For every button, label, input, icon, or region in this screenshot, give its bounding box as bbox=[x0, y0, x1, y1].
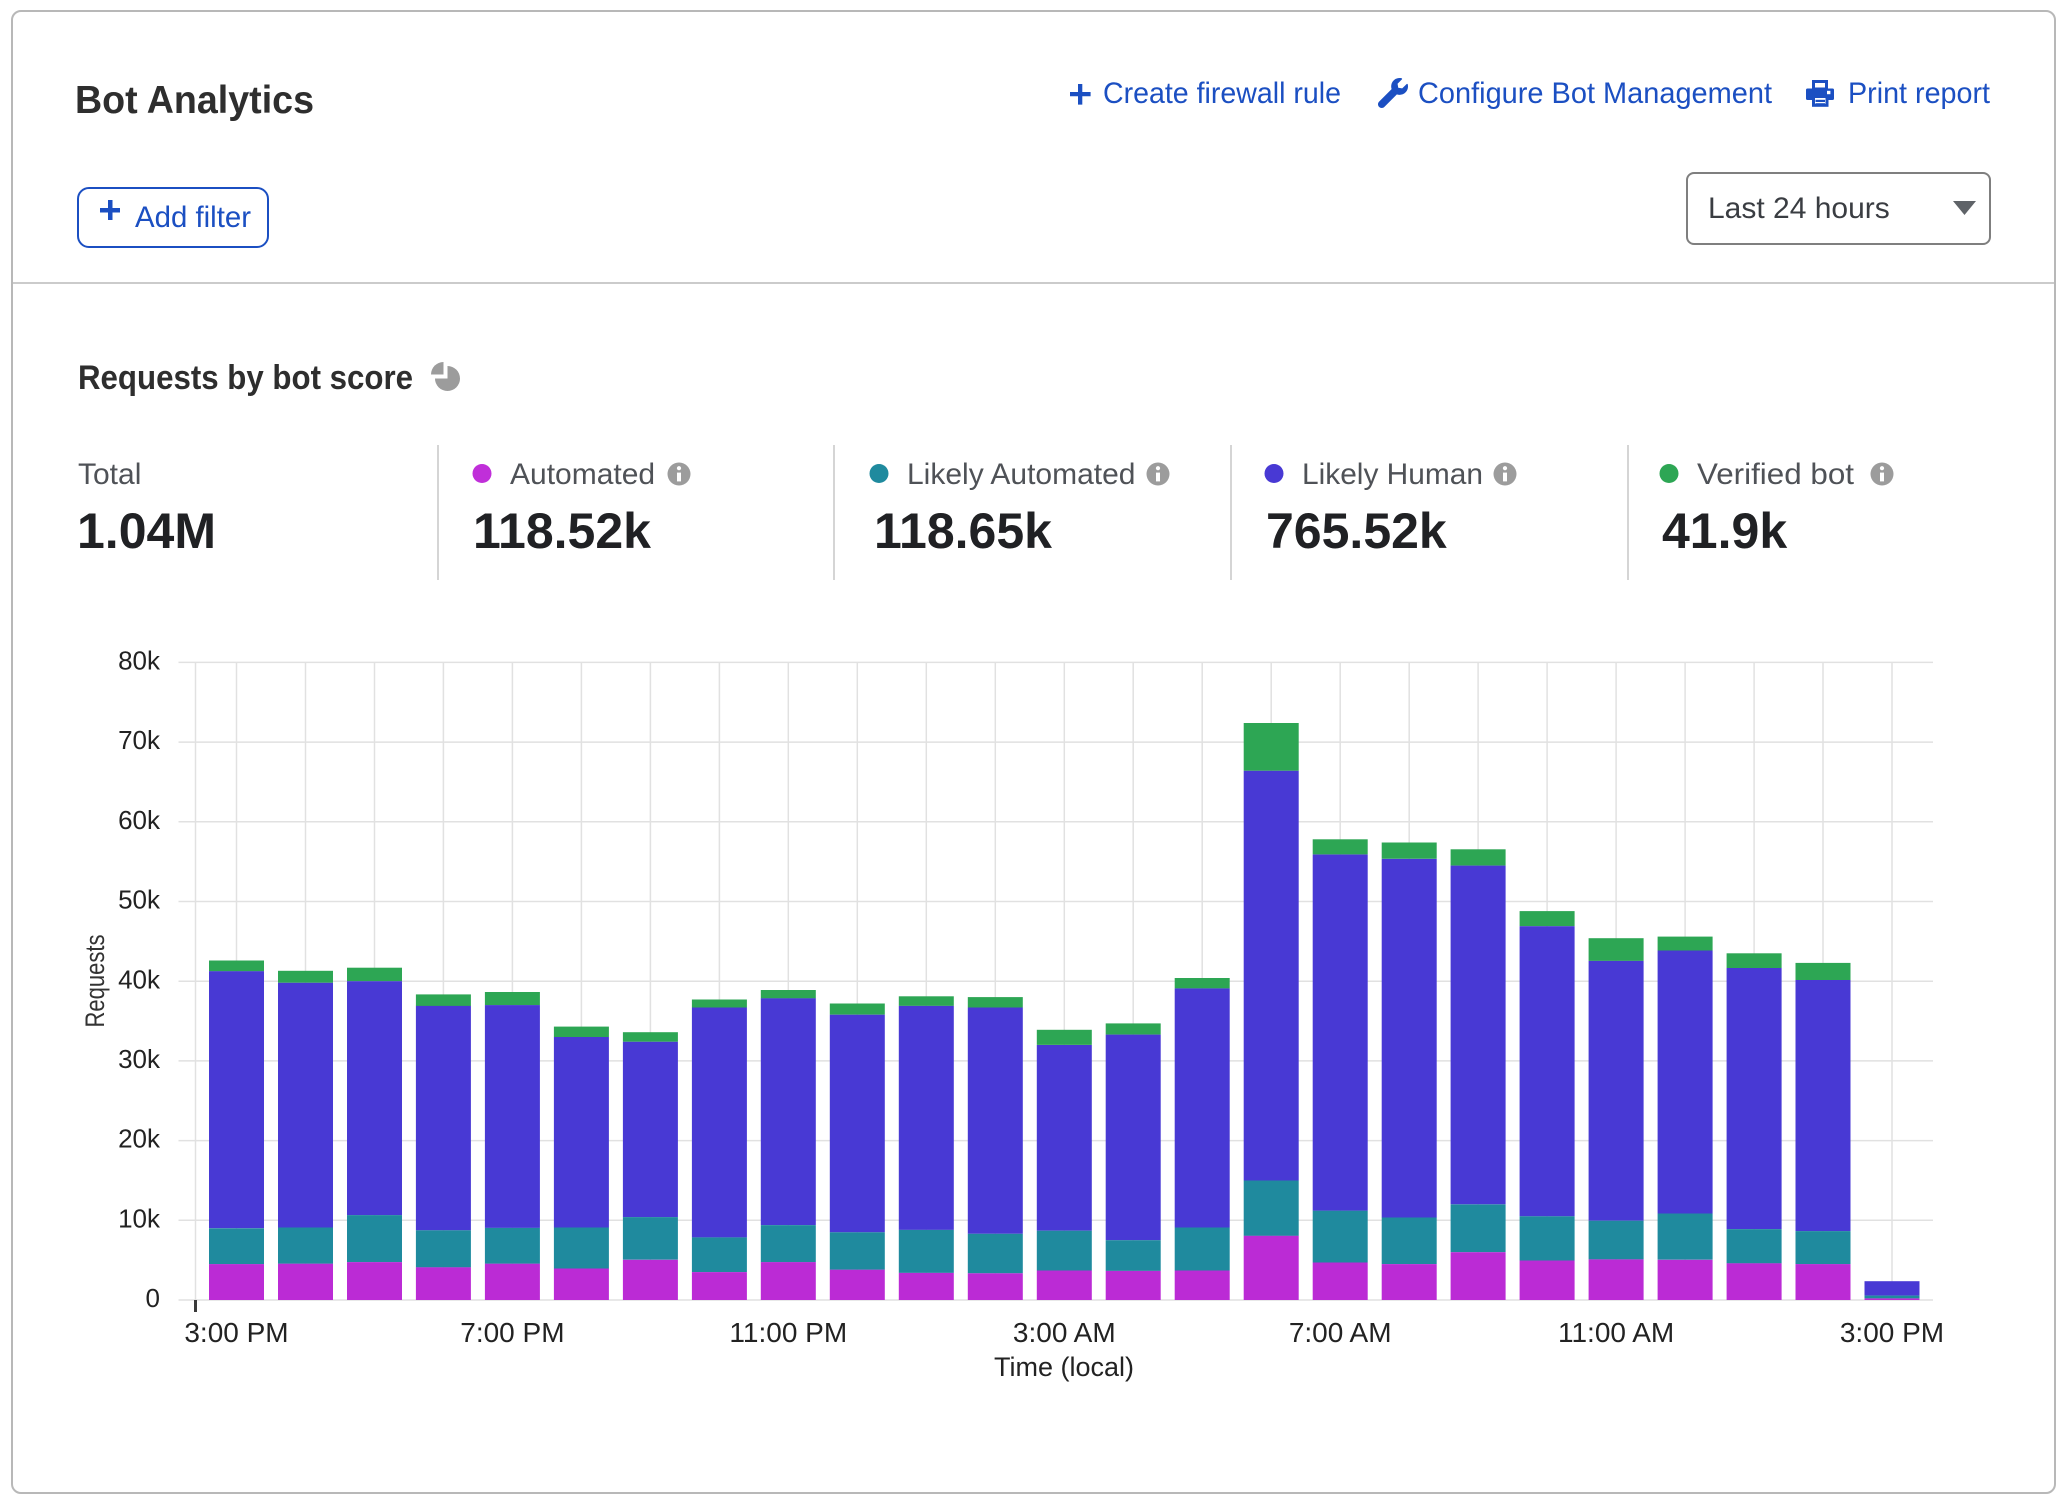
svg-text:11:00 AM: 11:00 AM bbox=[1558, 1317, 1674, 1348]
svg-text:60k: 60k bbox=[118, 805, 161, 835]
svg-text:7:00 PM: 7:00 PM bbox=[460, 1317, 564, 1348]
svg-text:30k: 30k bbox=[118, 1044, 161, 1074]
svg-text:Requests by bot score: Requests by bot score bbox=[78, 359, 413, 397]
svg-text:Automated: Automated bbox=[510, 458, 655, 491]
svg-text:Verified bot: Verified bot bbox=[1697, 458, 1855, 491]
svg-text:50k: 50k bbox=[118, 885, 161, 915]
svg-text:80k: 80k bbox=[118, 646, 161, 676]
svg-text:Create firewall rule: Create firewall rule bbox=[1103, 77, 1341, 110]
svg-text:1.04M: 1.04M bbox=[77, 503, 216, 559]
svg-text:41.9k: 41.9k bbox=[1662, 503, 1787, 559]
svg-text:Requests: Requests bbox=[80, 935, 110, 1028]
svg-text:Bot Analytics: Bot Analytics bbox=[75, 79, 314, 122]
svg-text:11:00 PM: 11:00 PM bbox=[729, 1317, 847, 1348]
svg-text:Likely Automated: Likely Automated bbox=[907, 458, 1135, 491]
svg-text:70k: 70k bbox=[118, 725, 161, 755]
svg-text:10k: 10k bbox=[118, 1203, 161, 1233]
svg-text:20k: 20k bbox=[118, 1124, 161, 1154]
svg-text:Likely Human: Likely Human bbox=[1302, 458, 1483, 491]
svg-text:Total: Total bbox=[78, 458, 141, 491]
svg-text:3:00 PM: 3:00 PM bbox=[1840, 1317, 1944, 1348]
svg-text:3:00 AM: 3:00 AM bbox=[1013, 1317, 1116, 1348]
svg-text:118.65k: 118.65k bbox=[874, 503, 1052, 559]
svg-text:Last 24 hours: Last 24 hours bbox=[1708, 192, 1890, 225]
svg-text:40k: 40k bbox=[118, 964, 161, 994]
svg-text:Print report: Print report bbox=[1848, 77, 1991, 110]
svg-text:3:00 PM: 3:00 PM bbox=[184, 1317, 288, 1348]
svg-text:Time (local): Time (local) bbox=[994, 1352, 1134, 1382]
svg-text:Add filter: Add filter bbox=[135, 201, 251, 234]
svg-text:7:00 AM: 7:00 AM bbox=[1289, 1317, 1392, 1348]
svg-text:118.52k: 118.52k bbox=[473, 503, 651, 559]
svg-text:765.52k: 765.52k bbox=[1266, 503, 1447, 559]
svg-text:0: 0 bbox=[146, 1283, 160, 1313]
svg-text:Configure Bot Management: Configure Bot Management bbox=[1418, 77, 1773, 110]
